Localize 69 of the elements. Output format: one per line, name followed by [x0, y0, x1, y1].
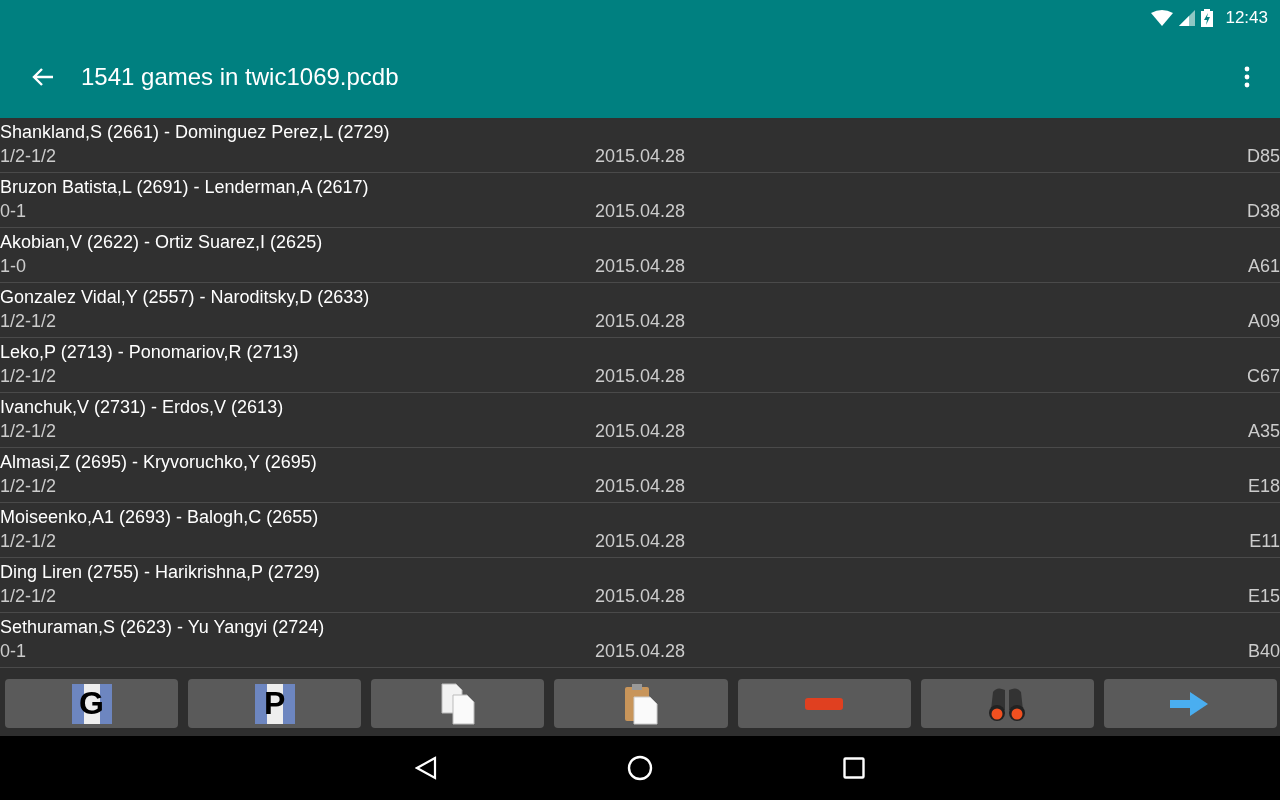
game-eco: D38: [1246, 200, 1280, 223]
paste-button[interactable]: [554, 679, 728, 728]
game-date: 2015.04.28: [594, 365, 686, 388]
game-result: 1/2-1/2: [0, 420, 58, 443]
game-date: 2015.04.28: [594, 640, 686, 663]
game-players: Bruzon Batista,L (2691) - Lenderman,A (2617): [0, 176, 370, 198]
game-players: Gonzalez Vidal,Y (2557) - Naroditsky,D (2633): [0, 286, 371, 308]
game-result: 1-0: [0, 255, 27, 278]
game-list-item[interactable]: Akobian,V (2622) - Ortiz Suarez,I (2625) 1-0 2015.04.28 A61: [0, 228, 1280, 283]
game-eco: B40: [1247, 640, 1280, 663]
game-eco: A35: [1247, 420, 1280, 443]
letter-button[interactable]: P: [188, 679, 362, 728]
home-circle-icon[interactable]: [627, 755, 653, 781]
game-date: 2015.04.28: [594, 200, 686, 223]
binoculars-icon: [987, 685, 1028, 722]
app-title: 1541 games in twic1069.pcdb: [81, 63, 400, 91]
back-triangle-icon[interactable]: [415, 756, 437, 780]
wifi-icon: [1151, 10, 1174, 26]
game-result: 0-1: [0, 640, 27, 663]
clipboard-icon: [624, 682, 658, 725]
game-players: Sethuraman,S (2623) - Yu Yangyi (2724): [0, 616, 326, 638]
game-result: 1/2-1/2: [0, 530, 58, 553]
game-date: 2015.04.28: [594, 475, 686, 498]
game-list-item[interactable]: Bruzon Batista,L (2691) - Lenderman,A (2617) 0-1 2015.04.28 D38: [0, 173, 1280, 228]
game-date: 2015.04.28: [594, 530, 686, 553]
game-list-item[interactable]: Gonzalez Vidal,Y (2557) - Naroditsky,D (2633) 1/2-1/2 2015.04.28 A09: [0, 283, 1280, 338]
game-list-item[interactable]: Almasi,Z (2695) - Kryvoruchko,Y (2695) 1/2-1/2 2015.04.28 E18: [0, 448, 1280, 503]
overflow-menu-icon[interactable]: [1244, 66, 1250, 88]
documents-icon: [439, 682, 476, 725]
game-players: Ding Liren (2755) - Harikrishna,P (2729): [0, 561, 321, 583]
signal-icon: [1179, 10, 1196, 26]
game-players: Moiseenko,A1 (2693) - Balogh,C (2655): [0, 506, 320, 528]
game-date: 2015.04.28: [594, 585, 686, 608]
game-players: Shankland,S (2661) - Dominguez Perez,L (2729): [0, 121, 391, 143]
status-time: 12:43: [1225, 8, 1268, 28]
game-eco: A09: [1247, 310, 1280, 333]
game-players: Almasi,Z (2695) - Kryvoruchko,Y (2695): [0, 451, 318, 473]
game-result: 0-1: [0, 200, 27, 223]
game-eco: C67: [1246, 365, 1280, 388]
recents-square-icon[interactable]: [843, 757, 865, 779]
letter-button[interactable]: G: [5, 679, 179, 728]
game-eco: A61: [1247, 255, 1280, 278]
game-eco: E15: [1247, 585, 1280, 608]
game-eco: E11: [1249, 530, 1280, 553]
game-players: Leko,P (2713) - Ponomariov,R (2713): [0, 341, 300, 363]
game-list-item[interactable]: Moiseenko,A1 (2693) - Balogh,C (2655) 1/2-1/2 2015.04.28 E11: [0, 503, 1280, 558]
game-result: 1/2-1/2: [0, 365, 58, 388]
game-date: 2015.04.28: [594, 420, 686, 443]
game-result: 1/2-1/2: [0, 310, 58, 333]
game-result: 1/2-1/2: [0, 585, 58, 608]
game-list-item[interactable]: Leko,P (2713) - Ponomariov,R (2713) 1/2-1/2 2015.04.28 C67: [0, 338, 1280, 393]
copy-button[interactable]: [371, 679, 545, 728]
minus-icon: [805, 697, 844, 710]
forward-button[interactable]: [1103, 679, 1277, 728]
game-date: 2015.04.28: [594, 310, 686, 333]
game-players: Akobian,V (2622) - Ortiz Suarez,I (2625): [0, 231, 324, 253]
game-list-item[interactable]: Shankland,S (2661) - Dominguez Perez,L (2729) 1/2-1/2 2015.04.28 D85: [0, 118, 1280, 173]
back-arrow-icon[interactable]: [32, 67, 54, 87]
search-button[interactable]: [920, 679, 1094, 728]
game-date: 2015.04.28: [594, 145, 686, 168]
game-list-item[interactable]: Ding Liren (2755) - Harikrishna,P (2729) 1/2-1/2 2015.04.28 E15: [0, 558, 1280, 613]
game-result: 1/2-1/2: [0, 475, 58, 498]
battery-icon: [1201, 9, 1214, 27]
game-eco: D85: [1246, 145, 1280, 168]
game-list-item[interactable]: Ivanchuk,V (2731) - Erdos,V (2613) 1/2-1/2 2015.04.28 A35: [0, 393, 1280, 448]
game-date: 2015.04.28: [594, 255, 686, 278]
game-result: 1/2-1/2: [0, 145, 58, 168]
game-eco: E18: [1247, 475, 1280, 498]
game-players: Ivanchuk,V (2731) - Erdos,V (2613): [0, 396, 285, 418]
